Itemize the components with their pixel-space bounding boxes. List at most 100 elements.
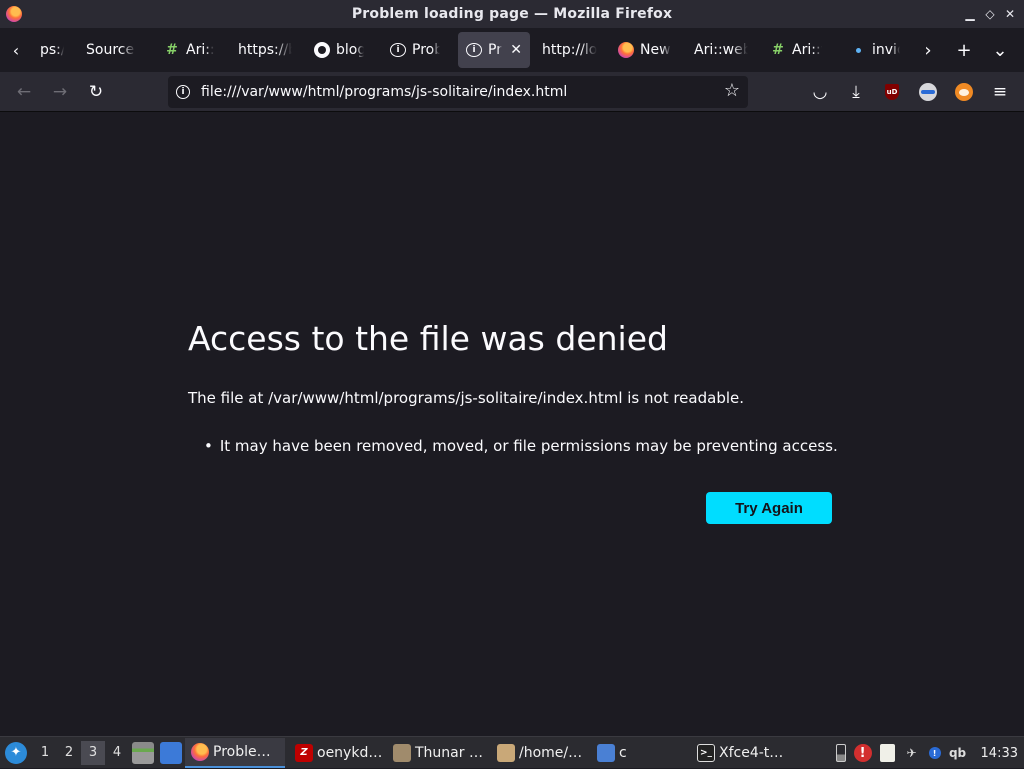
extension-button-2[interactable]: [946, 76, 982, 108]
thunar-icon: [393, 743, 411, 762]
tab-3[interactable]: https://b: [230, 32, 300, 68]
task-label: Proble…: [213, 743, 271, 760]
try-again-button[interactable]: Try Again: [706, 492, 832, 524]
task-label: Xfce4-t…: [719, 744, 784, 761]
tab-2[interactable]: # Ari::v: [156, 32, 222, 68]
close-window-icon[interactable]: ✕: [1003, 6, 1017, 22]
error-description: The file at /var/www/html/programs/js-so…: [188, 389, 745, 407]
workspace-4[interactable]: 4: [105, 741, 129, 765]
whisker-menu-button[interactable]: ✦: [5, 741, 27, 764]
hash-icon: #: [166, 42, 178, 58]
tab-label: New: [640, 42, 671, 58]
tab-label: blog: [336, 42, 364, 58]
extension-button-1[interactable]: [910, 76, 946, 108]
update-notifier-icon[interactable]: !: [928, 747, 941, 759]
tab-label: http://lo: [542, 42, 598, 58]
pocket-button[interactable]: ◡: [802, 76, 838, 108]
tabstrip-controls: › + ⌄: [910, 28, 1018, 72]
clipboard-icon[interactable]: [879, 744, 895, 762]
alert-icon[interactable]: !: [853, 744, 872, 762]
task-thunar[interactable]: Thunar …: [387, 738, 491, 768]
tab-8[interactable]: New: [610, 32, 680, 68]
tab-label: Probl: [412, 42, 440, 58]
task-label: Thunar …: [415, 744, 483, 761]
download-icon: ⤓: [852, 82, 860, 102]
task-firefox[interactable]: Proble…: [185, 737, 285, 768]
task-filezilla[interactable]: Z oenykd…: [289, 738, 387, 768]
minimize-icon[interactable]: ▁: [963, 6, 977, 22]
task-archive[interactable]: /home/…: [491, 738, 591, 768]
workspace-2[interactable]: 2: [57, 741, 81, 765]
tab-label: Ari::web: [694, 42, 748, 58]
error-reason: It may have been removed, moved, or file…: [219, 437, 838, 455]
error-title: Access to the file was denied: [188, 319, 668, 358]
tab-label: Ari::v: [186, 42, 214, 58]
workspace-1[interactable]: 1: [33, 741, 57, 765]
show-desktop-icon[interactable]: [160, 741, 182, 764]
url-text[interactable]: file:///var/www/html/programs/js-solitai…: [201, 84, 567, 100]
firefox-app-icon: [6, 6, 22, 22]
task-terminal[interactable]: >_ Xfce4-t…: [691, 738, 791, 768]
filezilla-icon: Z: [295, 743, 313, 762]
tab-1[interactable]: Source |: [78, 32, 144, 68]
bullet-icon: •: [204, 437, 213, 455]
ublock-origin-button[interactable]: uD: [874, 76, 910, 108]
info-icon: i: [466, 43, 482, 57]
tab-label: invid: [872, 42, 900, 58]
glasses-extension-icon: [919, 83, 937, 101]
tab-list: ps://b Source | # Ari::v https://b blog …: [32, 28, 910, 72]
terminal-icon: >_: [697, 743, 715, 762]
workspace-3[interactable]: 3: [81, 740, 105, 765]
task-label: /home/…: [519, 744, 583, 761]
tab-label: Pro: [488, 42, 502, 58]
tab-6-active[interactable]: i Pro ✕: [458, 32, 530, 68]
tab-scroll-right-button[interactable]: ›: [910, 28, 946, 72]
task-label: c: [619, 744, 627, 761]
clock[interactable]: 14:33: [981, 746, 1018, 761]
window-titlebar: Problem loading page — Mozilla Firefox ▁…: [0, 0, 1024, 28]
reload-button[interactable]: ↻: [78, 76, 114, 108]
xfce-mouse-icon: ✦: [10, 745, 22, 760]
battery-icon[interactable]: [835, 744, 846, 762]
file-manager-launcher-icon[interactable]: [132, 741, 154, 764]
forward-button[interactable]: →: [42, 76, 78, 108]
new-tab-button[interactable]: +: [946, 28, 982, 72]
tab-10[interactable]: # Ari::v: [762, 32, 830, 68]
downloads-button[interactable]: ⤓: [838, 76, 874, 108]
app-menu-button[interactable]: ≡: [982, 76, 1018, 108]
tab-4[interactable]: blog: [306, 32, 372, 68]
page-content: Access to the file was denied The file a…: [0, 113, 1024, 736]
tab-strip: ‹ ps://b Source | # Ari::v https://b blo…: [0, 28, 1024, 72]
error-reason-list: • It may have been removed, moved, or fi…: [204, 437, 838, 455]
tab-label: ps://b: [40, 42, 64, 58]
tab-7[interactable]: http://lo: [534, 32, 606, 68]
close-tab-icon[interactable]: ✕: [510, 42, 522, 58]
desktop-taskbar: ✦ 1 2 3 4 Proble… Z oenykd… Thunar … /ho…: [0, 736, 1024, 768]
tab-11[interactable]: invid: [842, 32, 908, 68]
firefox-icon: [191, 742, 209, 761]
url-bar[interactable]: i file:///var/www/html/programs/js-solit…: [168, 76, 748, 108]
tab-5[interactable]: i Probl: [382, 32, 448, 68]
tab-label: Ari::v: [792, 42, 822, 58]
back-button[interactable]: ←: [6, 76, 42, 108]
ublock-origin-icon: uD: [885, 84, 899, 100]
window-title: Problem loading page — Mozilla Firefox: [351, 6, 673, 22]
maximize-icon[interactable]: ◇: [983, 6, 997, 22]
github-icon: [314, 42, 330, 58]
dot-icon: [850, 42, 866, 58]
qbittorrent-icon[interactable]: qb: [949, 744, 967, 762]
firefox-icon: [618, 42, 634, 58]
fox-extension-icon: [955, 83, 973, 101]
tab-label: https://b: [238, 42, 292, 58]
tab-9[interactable]: Ari::web: [686, 32, 756, 68]
toolbar-right-buttons: ◡ ⤓ uD ≡: [802, 76, 1018, 108]
list-all-tabs-button[interactable]: ⌄: [982, 28, 1018, 72]
bookmark-star-icon[interactable]: ☆: [722, 81, 742, 101]
tab-0[interactable]: ps://b: [32, 32, 72, 68]
tab-scroll-left-button[interactable]: ‹: [0, 28, 32, 72]
task-folder[interactable]: c: [591, 738, 691, 768]
navigation-toolbar: ← → ↻ i file:///var/www/html/programs/js…: [0, 72, 1024, 112]
site-info-icon[interactable]: i: [176, 85, 190, 99]
network-icon[interactable]: ✈: [903, 744, 921, 762]
hash-icon: #: [772, 42, 784, 58]
